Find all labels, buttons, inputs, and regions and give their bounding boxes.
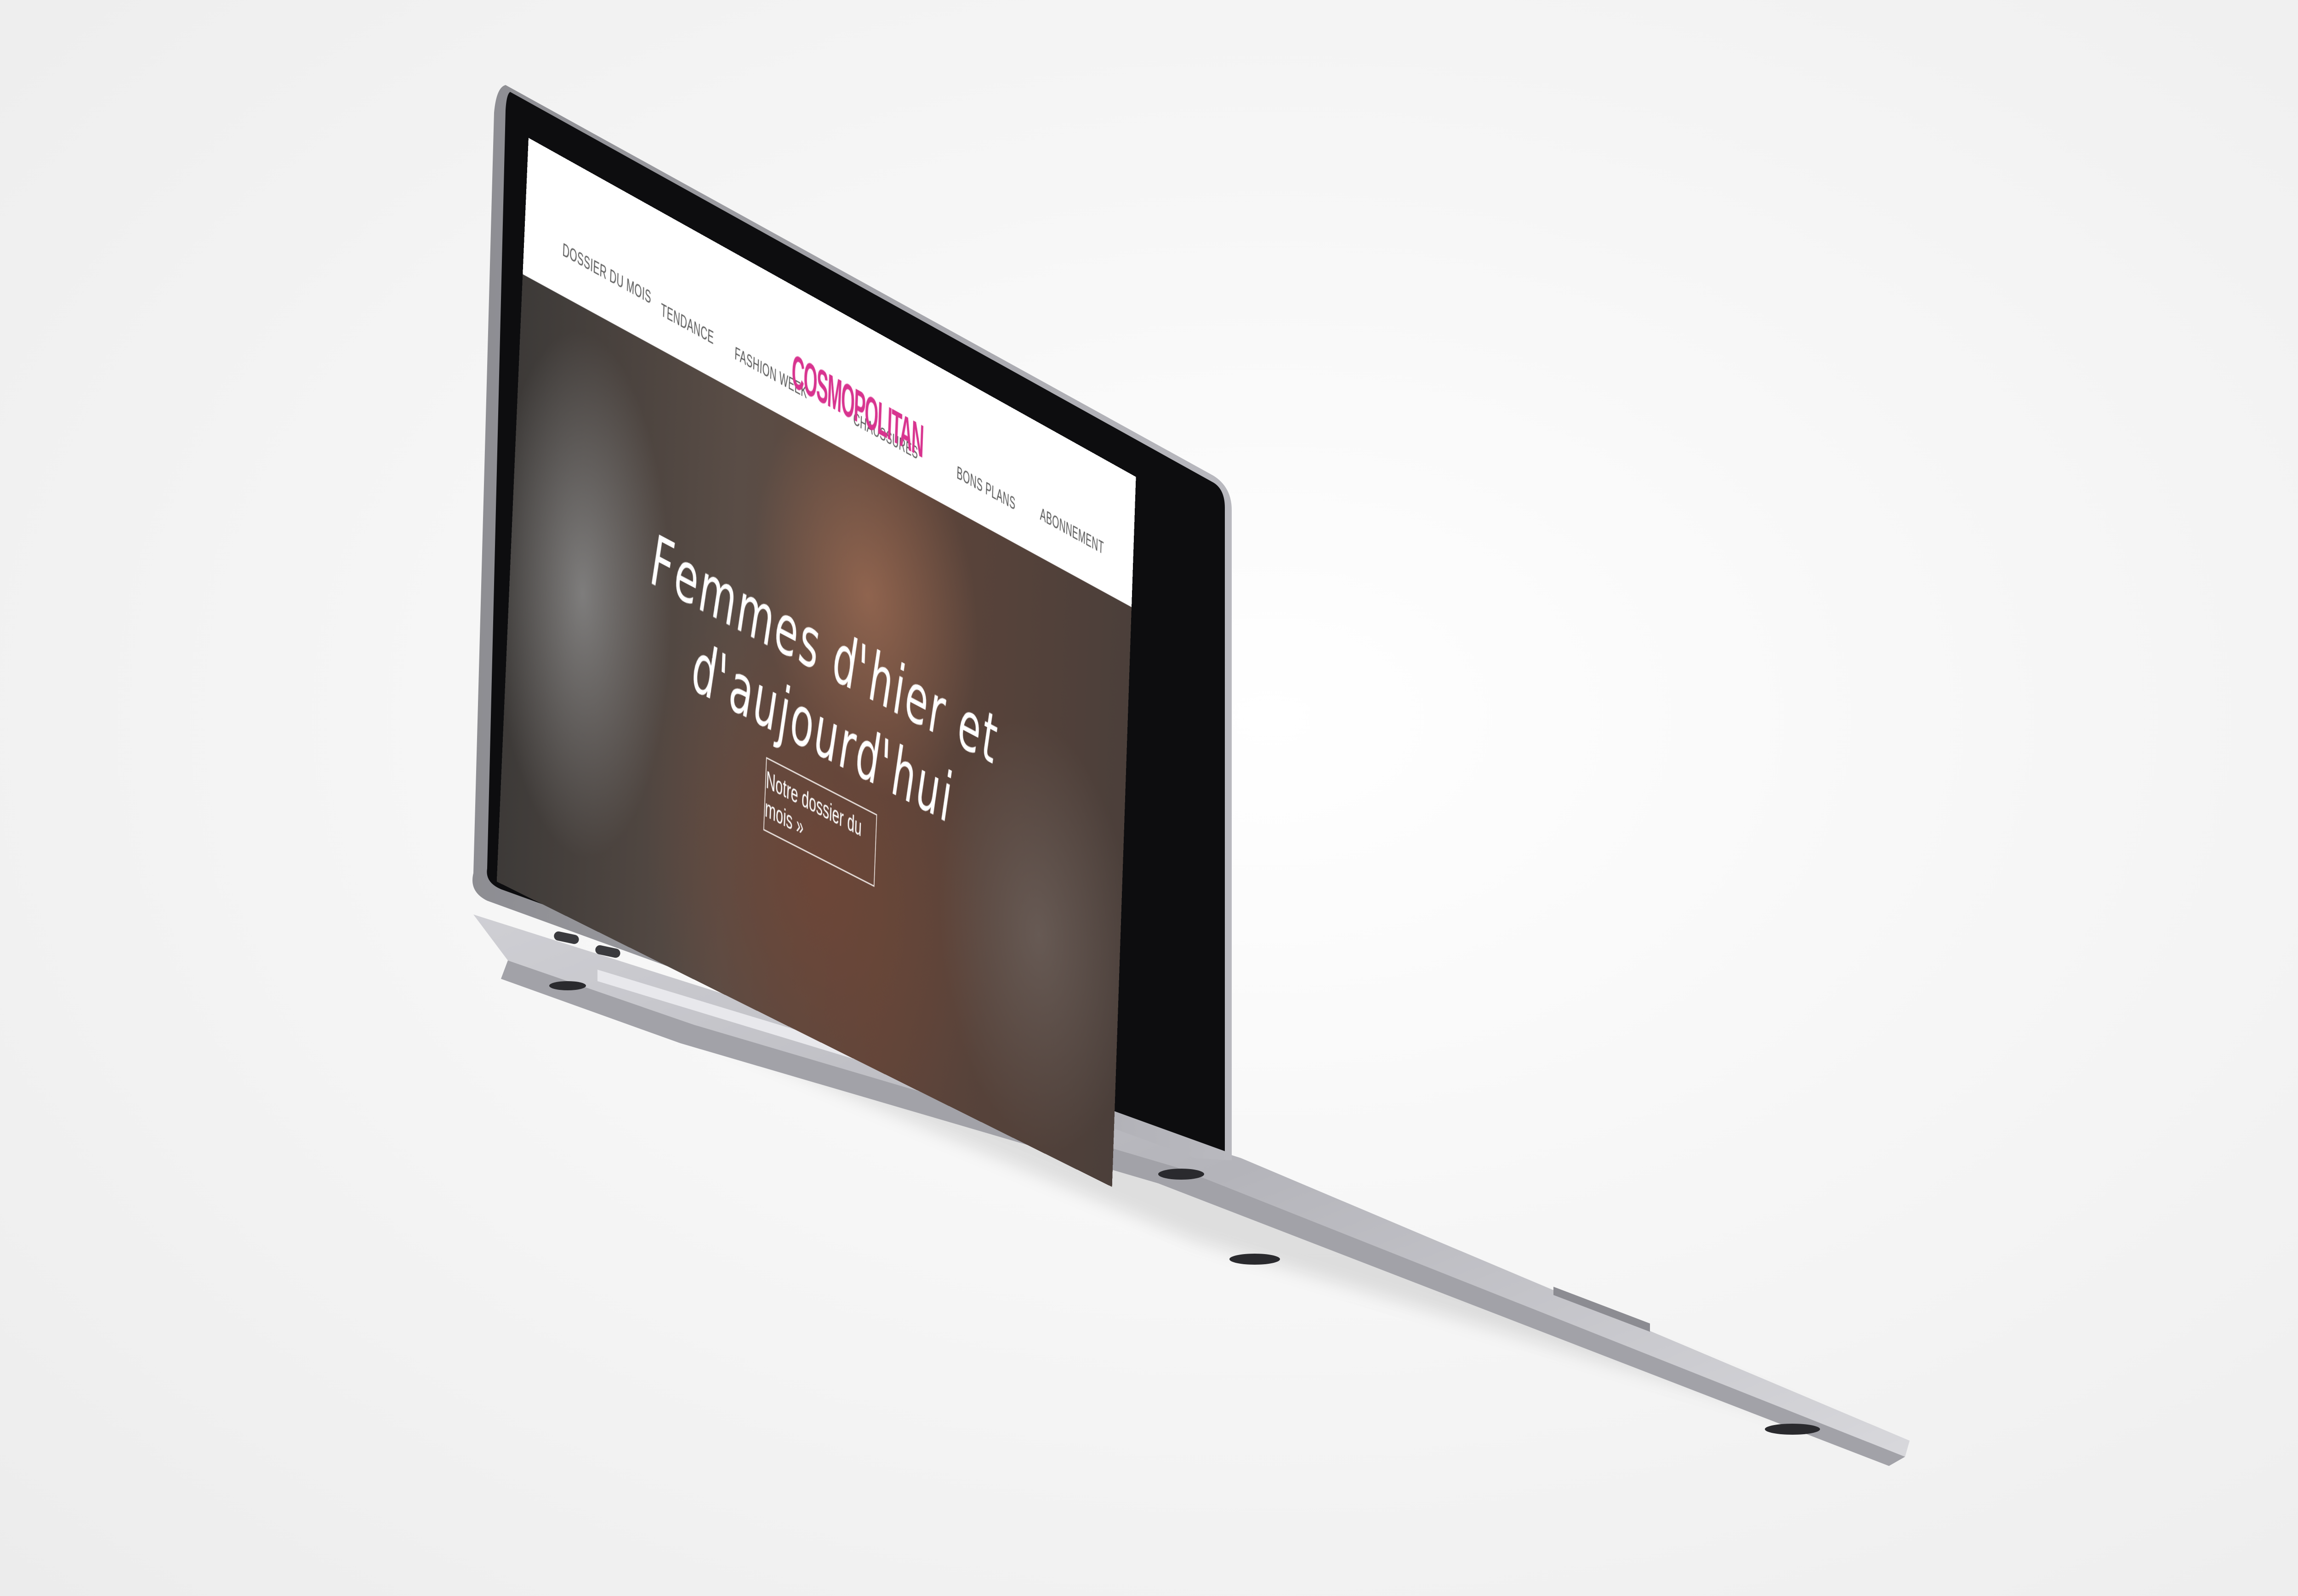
nav-item-dossier-du-mois[interactable]: DOSSIER DU MOIS — [562, 240, 652, 309]
nav-item-tendance[interactable]: TENDANCE — [660, 300, 714, 350]
nav-item-abonnement[interactable]: ABONNEMENT — [1040, 505, 1104, 559]
nav-item-bons-plans[interactable]: BONS PLANS — [956, 463, 1016, 515]
laptop-mockup — [0, 0, 2298, 1596]
